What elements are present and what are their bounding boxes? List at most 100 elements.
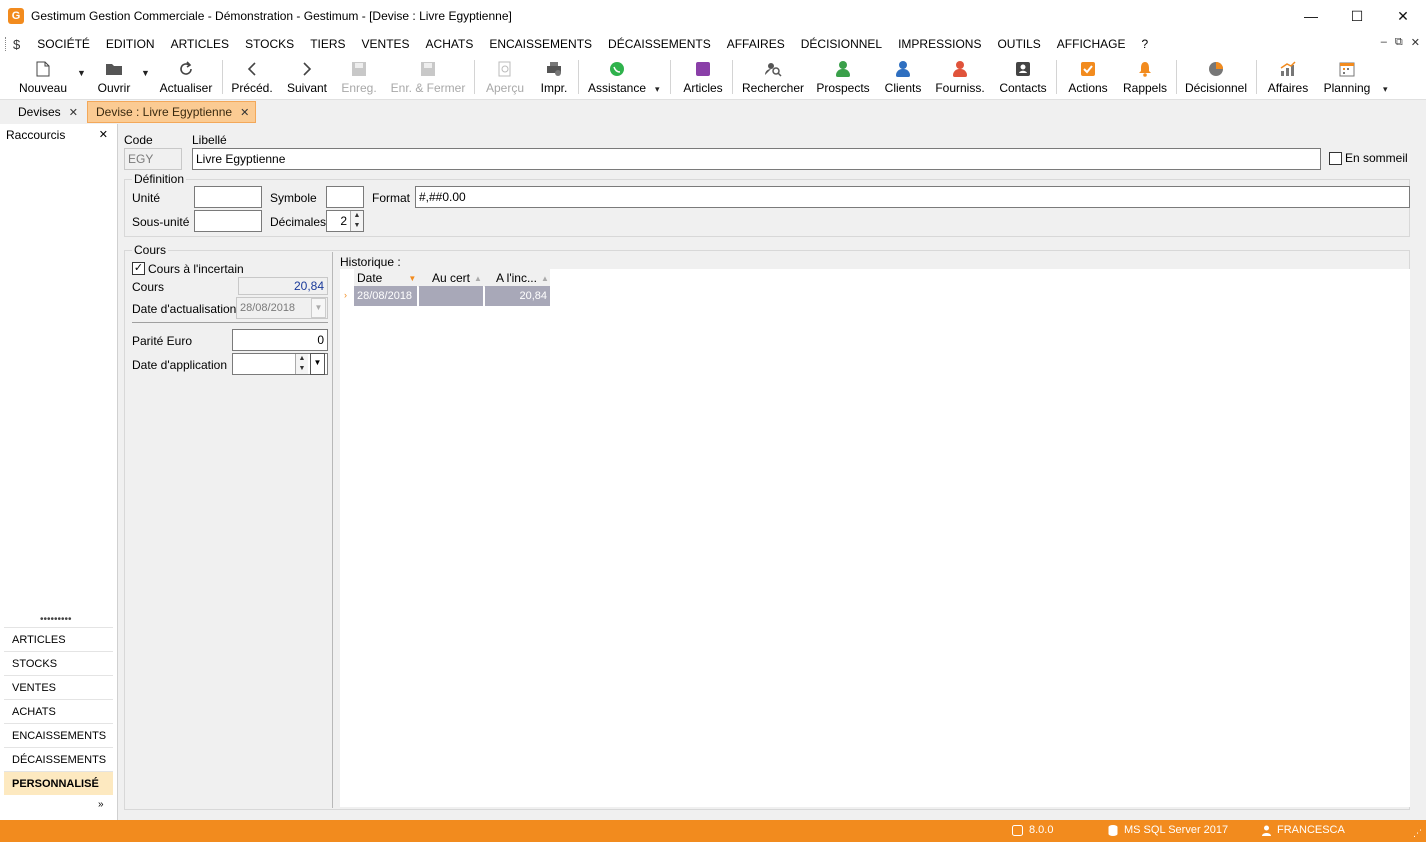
articles-button[interactable]: Articles (680, 58, 726, 98)
toolbar-separator (1176, 60, 1177, 94)
affaires-button[interactable]: Affaires (1264, 58, 1312, 98)
unite-field[interactable] (194, 186, 262, 208)
user-status: FRANCESCA (1262, 824, 1345, 836)
maximize-button[interactable]: ☐ (1334, 0, 1380, 32)
menu-achats[interactable]: ACHATS (418, 37, 482, 51)
tab-devise-livre-egyptienne[interactable]: Devise : Livre Egyptienne ✕ (87, 101, 257, 123)
parite-euro-label: Parité Euro (132, 334, 193, 348)
historique-label: Historique : (340, 255, 401, 269)
spin-down-icon[interactable]: ▼ (351, 221, 363, 231)
column-header-a-lincertain[interactable]: A l'inc... ▲ (484, 269, 550, 287)
menu-stocks[interactable]: STOCKS (237, 37, 302, 51)
spin-up-icon[interactable]: ▲ (351, 211, 363, 221)
libelle-field[interactable]: Livre Egyptienne (192, 148, 1321, 170)
shortcut-encaissements[interactable]: ENCAISSEMENTS (4, 723, 113, 747)
close-panel-icon[interactable]: ✕ (99, 128, 108, 141)
expand-more-icon[interactable]: » (98, 799, 104, 810)
toolbar-overflow-icon[interactable]: ▾ (1383, 84, 1388, 95)
rechercher-button[interactable]: Rechercher (740, 58, 806, 98)
imprimer-button[interactable]: Impr. (536, 58, 572, 98)
clients-button[interactable]: Clients (880, 58, 926, 98)
decisionnel-button[interactable]: Décisionnel (1184, 58, 1248, 98)
cours-title: Cours (132, 243, 169, 257)
toolbar-overflow-icon[interactable]: ▾ (655, 84, 660, 95)
nouveau-button[interactable]: Nouveau (14, 58, 72, 98)
cell-a-lincertain[interactable]: 20,84 (485, 286, 550, 306)
mdi-minimize-button[interactable]: – (1381, 36, 1387, 49)
close-tab-icon[interactable]: ✕ (240, 106, 249, 119)
shortcut-ventes[interactable]: VENTES (4, 675, 113, 699)
parite-euro-field[interactable]: 0 (232, 329, 328, 351)
contact-card-icon (996, 58, 1050, 80)
code-field[interactable]: EGY (124, 148, 182, 170)
cell-au-cert[interactable] (419, 286, 484, 306)
close-window-button[interactable]: ✕ (1380, 0, 1426, 32)
shortcut-decaissements[interactable]: DÉCAISSEMENTS (4, 747, 113, 771)
menu-grip[interactable] (5, 37, 9, 51)
apercu-button[interactable]: Aperçu (482, 58, 528, 98)
devise-form: Code EGY Libellé Livre Egyptienne En som… (118, 124, 1426, 820)
mdi-restore-button[interactable]: ⧉ (1395, 36, 1403, 49)
actions-button[interactable]: Actions (1064, 58, 1112, 98)
ouvrir-button[interactable]: Ouvrir (92, 58, 136, 98)
date-application-stepper[interactable]: ▲ ▼ (295, 354, 308, 374)
column-header-date[interactable]: Date ▼ (354, 269, 418, 287)
shortcut-stocks[interactable]: STOCKS (4, 651, 113, 675)
date-application-dropdown-icon[interactable]: ▼ (310, 353, 325, 375)
shortcut-achats[interactable]: ACHATS (4, 699, 113, 723)
contacts-button[interactable]: Contacts (996, 58, 1050, 98)
menu-impressions[interactable]: IMPRESSIONS (890, 37, 989, 51)
currency-icon[interactable]: $ (13, 37, 20, 52)
supplier-person-icon (934, 58, 986, 80)
decimales-stepper[interactable]: ▲ ▼ (350, 211, 363, 231)
menu-encaissements[interactable]: ENCAISSEMENTS (481, 37, 600, 51)
symbole-field[interactable] (326, 186, 364, 208)
suivant-button[interactable]: Suivant (284, 58, 330, 98)
menu-outils[interactable]: OUTILS (989, 37, 1048, 51)
articles-icon (680, 58, 726, 80)
menu-tiers[interactable]: TIERS (302, 37, 353, 51)
menu-ventes[interactable]: VENTES (354, 37, 418, 51)
splitter-grip[interactable]: ••••••••• (40, 614, 72, 625)
menu-affaires[interactable]: AFFAIRES (719, 37, 793, 51)
menu-decisionnel[interactable]: DÉCISIONNEL (793, 37, 890, 51)
shortcut-personnalise[interactable]: PERSONNALISÉ (4, 771, 113, 795)
menu-articles[interactable]: ARTICLES (163, 37, 237, 51)
toolbar-separator (474, 60, 475, 94)
menu-edition[interactable]: EDITION (98, 37, 163, 51)
ouvrir-dropdown-icon[interactable]: ▼ (141, 68, 150, 78)
menu-help[interactable]: ? (1133, 37, 1156, 51)
planning-button[interactable]: Planning (1318, 58, 1376, 98)
cours-incertain-checkbox[interactable]: ✓ (132, 262, 145, 275)
menu-affichage[interactable]: AFFICHAGE (1049, 37, 1134, 51)
resize-grip-icon[interactable]: ⋰ (1413, 828, 1422, 839)
precedent-button[interactable]: Précéd. (229, 58, 275, 98)
column-header-au-cert[interactable]: Au cert ▲ (418, 269, 484, 287)
menu-societe[interactable]: SOCIÉTÉ (29, 37, 98, 51)
assistance-button[interactable]: Assistance (586, 58, 648, 98)
enregistrer-button[interactable]: Enreg. (338, 58, 380, 98)
minimize-button[interactable]: — (1288, 0, 1334, 32)
rappels-button[interactable]: Rappels (1120, 58, 1170, 98)
sous-unite-field[interactable] (194, 210, 262, 232)
tab-devises[interactable]: Devises ✕ (10, 101, 84, 123)
prospects-button[interactable]: Prospects (814, 58, 872, 98)
pie-chart-icon (1184, 58, 1248, 80)
title-bar: G Gestimum Gestion Commerciale - Démonst… (0, 0, 1426, 32)
fournisseurs-button[interactable]: Fourniss. (934, 58, 986, 98)
vertical-splitter[interactable] (332, 252, 333, 808)
format-field[interactable]: #,##0.00 (415, 186, 1410, 208)
actualiser-button[interactable]: Actualiser (156, 58, 216, 98)
close-tab-icon[interactable]: ✕ (69, 106, 78, 119)
menu-decaissements[interactable]: DÉCAISSEMENTS (600, 37, 719, 51)
menu-bar: $ SOCIÉTÉ EDITION ARTICLES STOCKS TIERS … (0, 32, 1426, 56)
en-sommeil-checkbox[interactable] (1329, 152, 1342, 165)
historique-grid[interactable]: Date ▼ Au cert ▲ A l'inc... ▲ › 28/08/20… (340, 269, 1410, 807)
nouveau-dropdown-icon[interactable]: ▼ (77, 68, 86, 78)
mdi-close-button[interactable]: ✕ (1411, 36, 1420, 49)
spin-down-icon[interactable]: ▼ (296, 364, 308, 374)
cell-date[interactable]: 28/08/2018 (354, 286, 418, 306)
spin-up-icon[interactable]: ▲ (296, 354, 308, 364)
enregistrer-fermer-button[interactable]: Enr. & Fermer (388, 58, 468, 98)
shortcut-articles[interactable]: ARTICLES (4, 627, 113, 651)
